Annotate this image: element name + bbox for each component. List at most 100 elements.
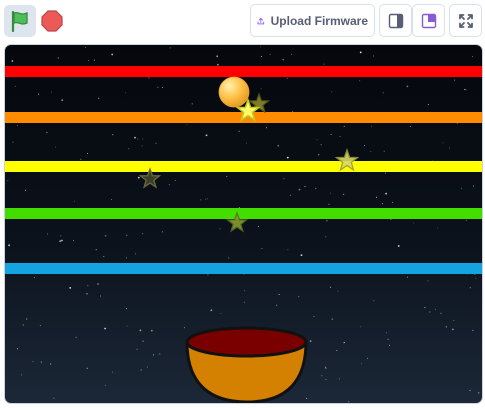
background-star-dot: [437, 227, 439, 229]
background-star-dot: [306, 397, 308, 399]
background-star-dot: [26, 318, 28, 320]
stop-sign-icon: [41, 10, 63, 32]
background-star-dot: [469, 287, 471, 289]
background-star-dot: [217, 63, 219, 66]
upload-icon: [257, 17, 265, 24]
background-star-dot: [331, 91, 333, 93]
background-star-dot: [392, 201, 394, 203]
background-star-dot: [61, 239, 63, 242]
fullscreen-icon: [458, 13, 473, 28]
background-star-dot: [14, 85, 16, 87]
background-star-dot: [331, 318, 334, 320]
background-star-dot: [330, 286, 331, 288]
background-star-dot: [320, 144, 322, 146]
ball-sprite: [218, 76, 250, 108]
background-star-dot: [104, 327, 106, 330]
background-star-dot: [137, 176, 140, 179]
background-star-dot: [86, 367, 88, 369]
background-star-dot: [300, 254, 303, 257]
background-star-dot: [134, 136, 136, 139]
background-star-dot: [382, 92, 384, 94]
background-star-dot: [87, 285, 89, 287]
small-stage-button[interactable]: [379, 4, 412, 37]
small-stage-icon: [388, 13, 403, 28]
background-star-dot: [69, 287, 72, 289]
background-star-dot: [32, 361, 34, 363]
blue-lane: [5, 263, 482, 274]
background-star-dot: [135, 253, 137, 255]
red-lane: [5, 66, 482, 77]
background-star-dot: [50, 91, 52, 93]
background-star-dot: [385, 332, 387, 334]
large-stage-button[interactable]: [412, 4, 445, 37]
background-star-dot: [111, 199, 113, 201]
background-star-dot: [226, 176, 228, 177]
background-star-dot: [155, 142, 157, 144]
background-star-dot: [98, 97, 100, 99]
background-star-dot: [80, 158, 82, 160]
background-star-dot: [57, 57, 59, 59]
background-star-dot: [329, 192, 331, 194]
background-star-dot: [465, 219, 467, 221]
background-star-dot: [460, 187, 462, 189]
background-star-dot: [469, 390, 471, 391]
background-star-dot: [125, 92, 127, 94]
background-star-dot: [406, 85, 409, 88]
background-star-dot: [359, 80, 361, 82]
background-star-dot: [148, 77, 150, 79]
background-star-dot: [244, 290, 246, 292]
fullscreen-button[interactable]: [449, 4, 482, 37]
background-star-dot: [141, 145, 143, 147]
background-star-dot: [16, 348, 18, 350]
background-star-dot: [449, 147, 450, 149]
background-star-dot: [325, 367, 327, 369]
background-star-dot: [454, 79, 456, 81]
background-star-dot: [373, 55, 375, 57]
background-star-dot: [424, 307, 426, 308]
background-star-dot: [260, 88, 262, 90]
upload-firmware-button[interactable]: Upload Firmware: [250, 4, 375, 37]
background-star-dot: [472, 329, 474, 331]
background-star-dot: [136, 348, 138, 350]
background-star-dot: [409, 126, 411, 128]
background-star-dot: [453, 320, 455, 322]
background-star-dot: [323, 63, 325, 65]
background-star-dot: [313, 315, 315, 317]
background-star-dot: [75, 336, 77, 338]
background-star-dot: [97, 283, 99, 285]
background-star-dot: [33, 277, 35, 278]
background-star-dot: [269, 53, 271, 55]
background-star-dot: [325, 378, 327, 380]
green-flag-button[interactable]: [4, 5, 36, 37]
stop-button[interactable]: [38, 5, 66, 37]
background-star-dot: [61, 99, 64, 102]
background-star-dot: [316, 139, 318, 141]
background-star-dot: [475, 277, 477, 279]
background-star-dot: [291, 53, 293, 55]
background-star-dot: [260, 46, 262, 48]
background-star-dot: [186, 123, 188, 125]
stage-canvas[interactable]: [5, 45, 483, 404]
background-star-dot: [397, 245, 400, 247]
background-star-dot: [339, 136, 341, 137]
background-star-dot: [126, 234, 128, 236]
background-star-dot: [38, 93, 40, 95]
background-star-dot: [125, 308, 127, 310]
background-star-dot: [477, 391, 480, 394]
background-star-dot: [147, 366, 148, 368]
background-star-dot: [55, 146, 57, 148]
background-star-dot: [20, 374, 22, 376]
background-star-dot: [473, 185, 474, 187]
background-star-dot: [162, 87, 164, 89]
background-star-dot: [427, 280, 429, 282]
background-star-dot: [22, 324, 24, 326]
background-star-dot: [220, 313, 222, 315]
background-star-dot: [128, 148, 130, 150]
background-star-dot: [282, 58, 285, 61]
background-star-dot: [287, 249, 289, 251]
background-star-dot: [112, 371, 113, 373]
background-star-dot: [87, 153, 88, 154]
background-star-dot: [361, 363, 363, 365]
background-star-dot: [207, 198, 209, 200]
game-stage[interactable]: [4, 44, 483, 404]
